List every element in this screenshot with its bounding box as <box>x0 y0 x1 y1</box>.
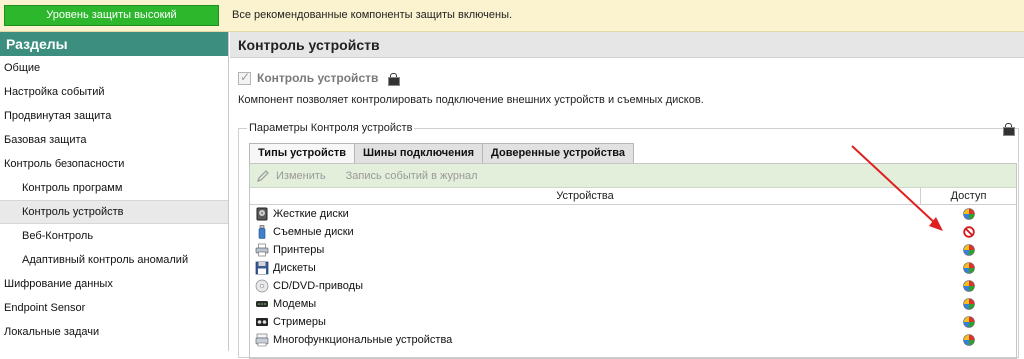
device-table-body: Жесткие диски Съемные диски Принтеры Дис… <box>250 205 1016 349</box>
column-header-devices[interactable]: Устройства <box>250 188 921 204</box>
device-name: Принтеры <box>273 244 325 256</box>
allowed-status-icon <box>962 244 975 256</box>
event-log-button[interactable]: Запись событий в журнал <box>346 170 478 182</box>
sidebar-item-general[interactable]: Общие <box>0 56 228 80</box>
sections-sidebar: Разделы Общие Настройка событий Продвину… <box>0 32 229 351</box>
access-cell[interactable] <box>921 316 1016 328</box>
device-control-checkbox[interactable] <box>238 70 251 85</box>
device-name: Жесткие диски <box>273 208 349 220</box>
table-row[interactable]: CD/DVD-приводы <box>250 277 1016 295</box>
table-row[interactable]: Многофункциональные устройства <box>250 331 1016 349</box>
sidebar-item-device-control[interactable]: Контроль устройств <box>0 200 228 224</box>
component-description: Компонент позволяет контролировать подкл… <box>238 94 704 106</box>
edit-button-label: Изменить <box>276 169 326 182</box>
tab-trusted-devices[interactable]: Доверенные устройства <box>482 143 634 163</box>
sidebar-item-security-control[interactable]: Контроль безопасности <box>0 152 228 176</box>
device-name: Дискеты <box>273 262 316 274</box>
access-cell[interactable] <box>921 244 1016 256</box>
lock-icon[interactable] <box>1003 123 1015 136</box>
cd-dvd-icon <box>255 279 269 293</box>
table-row[interactable]: Жесткие диски <box>250 205 1016 223</box>
sidebar-item-event-settings[interactable]: Настройка событий <box>0 80 228 104</box>
table-header: Устройства Доступ <box>250 188 1016 205</box>
device-types-panel: Изменить Запись событий в журнал Устройс… <box>249 163 1017 359</box>
device-cell: CD/DVD-приводы <box>250 279 921 293</box>
group-title: Параметры Контроля устройств <box>247 122 415 134</box>
device-cell: Стримеры <box>250 315 921 329</box>
sidebar-item-data-encryption[interactable]: Шифрование данных <box>0 272 228 296</box>
device-cell: Жесткие диски <box>250 207 921 221</box>
device-control-settings-group: Параметры Контроля устройств Типы устрой… <box>238 122 1019 359</box>
device-name: CD/DVD-приводы <box>273 280 363 292</box>
device-name: Стримеры <box>273 316 326 328</box>
status-bar: Уровень защиты высокий Все рекомендованн… <box>0 0 1024 32</box>
tape-drive-icon <box>256 318 268 326</box>
sidebar-item-web-control[interactable]: Веб-Контроль <box>0 224 228 248</box>
device-control-toggle-row: Контроль устройств <box>238 70 401 86</box>
allowed-status-icon <box>962 298 975 310</box>
table-row[interactable]: Модемы <box>250 295 1016 313</box>
table-row[interactable]: Дискеты <box>250 259 1016 277</box>
sidebar-item-local-tasks[interactable]: Локальные задачи <box>0 320 228 344</box>
blocked-status-icon <box>962 226 975 238</box>
device-name: Многофункциональные устройства <box>273 334 453 346</box>
column-header-access[interactable]: Доступ <box>921 188 1016 204</box>
sidebar-item-anomaly-control[interactable]: Адаптивный контроль аномалий <box>0 248 228 272</box>
device-cell: Принтеры <box>250 243 921 257</box>
access-cell[interactable] <box>921 262 1016 274</box>
device-name: Модемы <box>273 298 317 310</box>
allowed-status-icon <box>962 262 975 274</box>
table-row[interactable]: Съемные диски <box>250 223 1016 241</box>
sidebar-item-endpoint-sensor[interactable]: Endpoint Sensor <box>0 296 228 320</box>
lock-icon[interactable] <box>388 72 401 86</box>
tab-device-types[interactable]: Типы устройств <box>249 143 355 164</box>
table-row[interactable]: Стримеры <box>250 313 1016 331</box>
tab-bar: Типы устройств Шины подключения Доверенн… <box>249 143 634 164</box>
device-cell: Дискеты <box>250 261 921 275</box>
device-cell: Модемы <box>250 297 921 311</box>
access-cell[interactable] <box>921 298 1016 310</box>
main-content: Контроль устройств Контроль устройств Ко… <box>230 32 1024 359</box>
protection-level-button[interactable]: Уровень защиты высокий <box>4 5 219 26</box>
floppy-icon <box>255 261 269 275</box>
device-cell: Многофункциональные устройства <box>250 333 921 347</box>
access-cell[interactable] <box>921 226 1016 238</box>
usb-drive-icon <box>258 225 266 239</box>
allowed-status-icon <box>962 280 975 292</box>
allowed-status-icon <box>962 208 975 220</box>
hard-disk-icon <box>256 207 268 221</box>
access-cell[interactable] <box>921 280 1016 292</box>
edit-button[interactable]: Изменить <box>256 169 326 183</box>
protection-status-text: Все рекомендованные компоненты защиты вк… <box>232 9 513 21</box>
device-control-checkbox-label: Контроль устройств <box>257 71 379 85</box>
access-cell[interactable] <box>921 334 1016 346</box>
device-name: Съемные диски <box>273 226 354 238</box>
access-cell[interactable] <box>921 208 1016 220</box>
event-log-button-label: Запись событий в журнал <box>345 169 478 182</box>
pencil-icon <box>257 169 269 182</box>
printer-icon <box>255 243 269 257</box>
sidebar-title: Разделы <box>0 32 228 56</box>
page-title: Контроль устройств <box>230 32 1024 58</box>
tab-connection-buses[interactable]: Шины подключения <box>353 143 484 163</box>
sidebar-item-basic-protection[interactable]: Базовая защита <box>0 128 228 152</box>
table-row[interactable]: Принтеры <box>250 241 1016 259</box>
toolbar: Изменить Запись событий в журнал <box>250 164 1016 188</box>
sidebar-item-advanced-protection[interactable]: Продвинутая защита <box>0 104 228 128</box>
allowed-status-icon <box>962 316 975 328</box>
modem-icon <box>256 301 268 307</box>
multifunction-device-icon <box>255 333 269 347</box>
allowed-status-icon <box>962 334 975 346</box>
device-cell: Съемные диски <box>250 225 921 239</box>
sidebar-item-app-control[interactable]: Контроль программ <box>0 176 228 200</box>
